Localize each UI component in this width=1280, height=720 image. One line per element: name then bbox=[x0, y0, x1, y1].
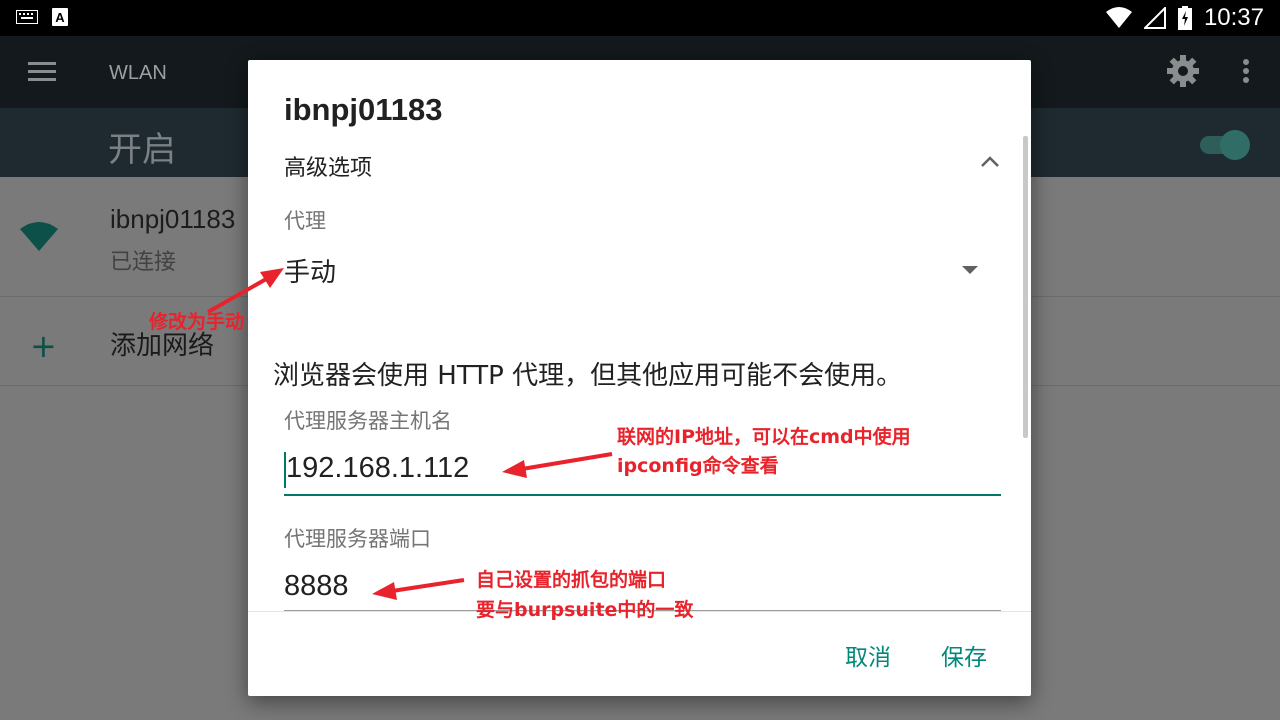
battery-icon bbox=[1177, 6, 1192, 30]
annotation-ip-line2: ipconfig命令查看 bbox=[617, 455, 779, 477]
annotation-port-line2: 要与burpsuite中的一致 bbox=[476, 599, 694, 621]
dropdown-arrow-icon bbox=[962, 266, 978, 274]
proxy-dropdown[interactable]: 手动 bbox=[284, 252, 984, 292]
keyboard-icon bbox=[16, 10, 38, 24]
toggle-thumb bbox=[1220, 130, 1250, 160]
wifi-signal-icon bbox=[20, 222, 58, 251]
wifi-toggle[interactable] bbox=[1200, 130, 1254, 160]
network-ssid: ibnpj01183 bbox=[110, 204, 236, 234]
plus-icon: + bbox=[30, 327, 57, 365]
hostname-value: 192.168.1.112 bbox=[286, 452, 470, 484]
proxy-selected-value: 手动 bbox=[284, 258, 337, 288]
wifi-icon bbox=[1105, 7, 1132, 28]
dialog-title: ibnpj01183 bbox=[284, 92, 443, 127]
a-badge-icon: A bbox=[52, 8, 68, 26]
dialog-scrollbar[interactable] bbox=[1023, 136, 1028, 438]
clock: 10:37 bbox=[1203, 4, 1264, 31]
annotation-ip-line1: 联网的IP地址，可以在cmd中使用 bbox=[617, 426, 911, 448]
chevron-up-icon[interactable] bbox=[980, 155, 1000, 167]
switch-label: 开启 bbox=[108, 130, 176, 170]
annotation-manual: 修改为手动 bbox=[149, 311, 245, 333]
port-label: 代理服务器端口 bbox=[284, 527, 431, 551]
signal-icon bbox=[1143, 7, 1166, 29]
host-label: 代理服务器主机名 bbox=[284, 409, 452, 433]
status-bar: A 10:37 bbox=[0, 0, 1280, 36]
network-status: 已连接 bbox=[110, 250, 177, 275]
save-button[interactable]: 保存 bbox=[941, 638, 987, 672]
toolbar-title: WLAN bbox=[109, 62, 167, 84]
proxy-warning-text: 浏览器会使用 HTTP 代理，但其他应用可能不会使用。 bbox=[273, 361, 903, 391]
menu-icon[interactable] bbox=[28, 62, 56, 82]
advanced-options-label[interactable]: 高级选项 bbox=[284, 150, 372, 182]
port-value: 8888 bbox=[284, 570, 349, 602]
svg-text:A: A bbox=[55, 10, 65, 25]
annotation-port-line1: 自己设置的抓包的端口 bbox=[476, 569, 667, 591]
more-options-icon[interactable] bbox=[1238, 58, 1254, 86]
gear-icon[interactable] bbox=[1166, 54, 1200, 88]
proxy-label: 代理 bbox=[284, 209, 326, 233]
cancel-button[interactable]: 取消 bbox=[845, 638, 891, 672]
